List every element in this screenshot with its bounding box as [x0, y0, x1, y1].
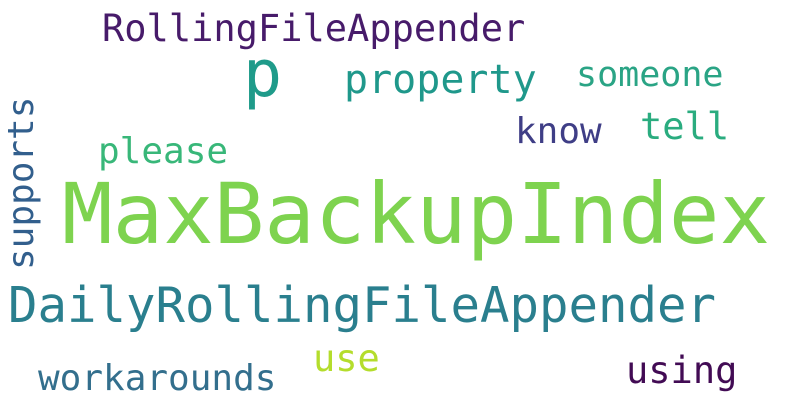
word-workarounds: workarounds	[38, 358, 277, 399]
word-cloud: MaxBackupIndex DailyRollingFileAppender …	[0, 0, 800, 400]
word-property: property	[344, 57, 537, 103]
word-please: please	[98, 131, 229, 172]
word-supports: supports	[1, 96, 42, 270]
word-maxbackupindex: MaxBackupIndex	[62, 165, 771, 263]
word-using: using	[626, 349, 738, 392]
word-dailyrollingfileappender: DailyRollingFileAppender	[8, 277, 717, 334]
word-p: p	[243, 37, 283, 112]
word-know: know	[515, 111, 602, 152]
word-someone: someone	[576, 55, 724, 95]
word-use: use	[313, 337, 380, 380]
word-tell: tell	[640, 105, 730, 148]
word-rollingfileappender: RollingFileAppender	[102, 7, 526, 50]
